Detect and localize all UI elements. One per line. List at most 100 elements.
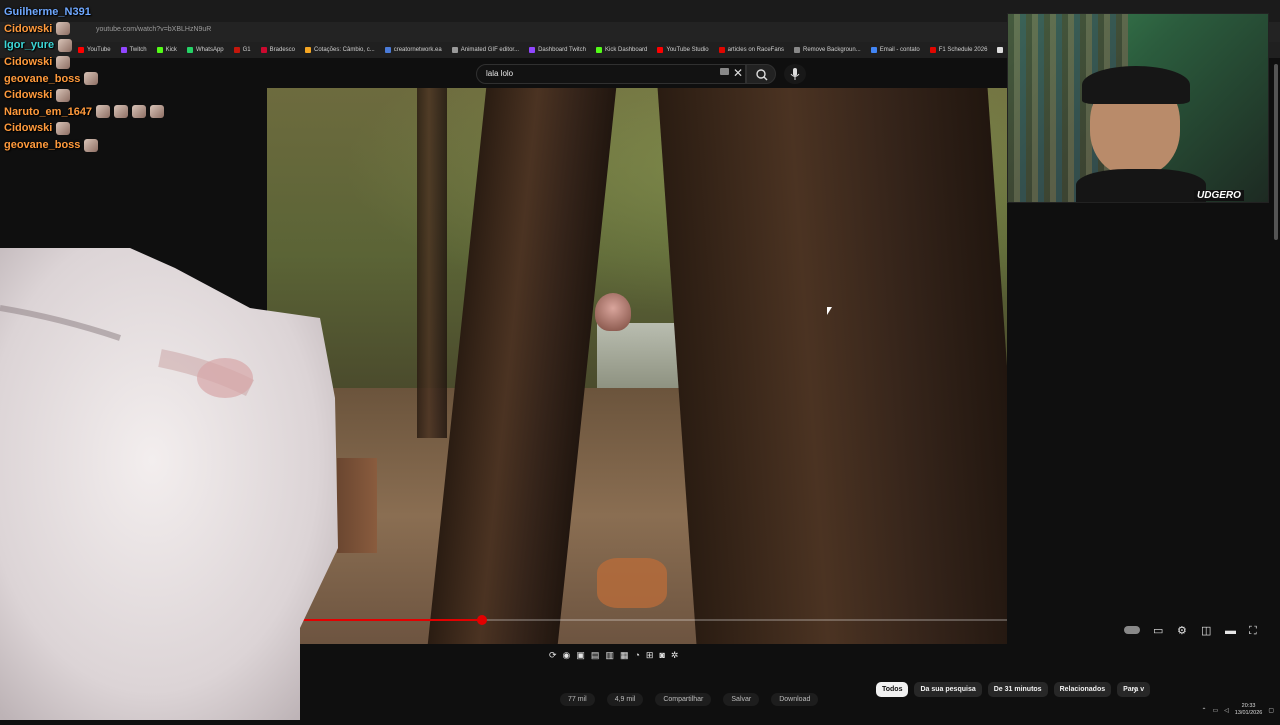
voice-search-button[interactable] <box>784 64 806 84</box>
chip-related[interactable]: Relacionados <box>1053 682 1112 697</box>
video-actions: 77 mil 4,9 mil Compartilhar Salvar Downl… <box>560 693 819 706</box>
bookmark-label: Email - contato <box>879 47 920 53</box>
gear-icon[interactable]: ✲ <box>671 649 679 663</box>
chip-from-channel[interactable]: De 31 minutos <box>987 682 1048 697</box>
bookmark-item[interactable]: Bradesco <box>260 47 295 53</box>
bookmark-label: creatornetwork.ea <box>393 47 442 53</box>
bookmark-favicon-icon <box>718 47 725 53</box>
bookmark-favicon-icon <box>451 47 458 53</box>
peeking-bird <box>595 293 631 331</box>
chat-message: Cidowski <box>4 87 254 104</box>
bookmark-favicon-icon <box>997 47 1004 53</box>
chip-from-search[interactable]: Da sua pesquisa <box>914 682 982 697</box>
save-button[interactable]: Salvar <box>723 693 760 706</box>
speed-icon[interactable]: ◔ <box>634 649 639 663</box>
rock <box>597 558 667 608</box>
extension-toolbar: ⟳ ◉ ▣ ▤ ▥ ▦ ◔ ⊞ ◙ ✲ <box>549 649 729 663</box>
keyboard-icon[interactable] <box>720 68 729 75</box>
search-button[interactable] <box>746 64 776 84</box>
chat-emote-icon <box>58 38 73 52</box>
bookmark-favicon-icon <box>305 47 311 53</box>
share-button[interactable]: Compartilhar <box>655 693 712 706</box>
chat-emote-icon <box>56 22 71 36</box>
chat-username[interactable]: geovane_boss <box>4 73 80 85</box>
system-tray: ⌃ ▭ ◁ 20:33 13/01/2026 ▢ <box>1140 700 1280 720</box>
bookmark-favicon-icon <box>260 47 267 53</box>
chat-message: geovane_boss <box>4 137 254 154</box>
chat-message: Cidowski <box>4 54 254 71</box>
webcam-logo: UDGERO <box>1194 190 1244 201</box>
camera-icon[interactable]: ◙ <box>659 649 664 663</box>
bookmark-item[interactable]: Animated GIF editor... <box>451 47 519 53</box>
cat-image <box>0 248 338 720</box>
chat-emote-icon <box>84 138 99 152</box>
search-value[interactable]: lala lolo <box>486 69 513 78</box>
volume-icon[interactable]: ◁ <box>1224 707 1229 714</box>
chat-username[interactable]: Guilherme_N391 <box>4 6 91 18</box>
chat-username[interactable]: geovane_boss <box>4 139 80 151</box>
chat-emote-icon <box>56 121 71 135</box>
chat-username[interactable]: Cidowski <box>4 122 52 134</box>
like-button[interactable]: 77 mil <box>560 693 595 706</box>
clear-search-icon[interactable]: ✕ <box>733 66 743 80</box>
bookmark-item[interactable]: Cotações: Câmbio, c... <box>305 47 375 53</box>
recommendation-chips: Todos Da sua pesquisa De 31 minutos Rela… <box>876 682 1151 697</box>
chat-username[interactable]: Cidowski <box>4 56 52 68</box>
theater-mode-icon[interactable]: ▬ <box>1225 625 1236 637</box>
bookmark-favicon-icon <box>929 47 936 53</box>
loop-icon[interactable]: ⟳ <box>549 649 557 663</box>
bookmark-item[interactable]: creatornetwork.ea <box>384 47 442 53</box>
miniplayer-icon[interactable]: ◫ <box>1201 625 1211 637</box>
microphone-icon <box>790 68 800 80</box>
tree-stump <box>337 458 377 553</box>
bookmark-item[interactable]: F1 Schedule 2026 <box>929 47 987 53</box>
chat-emote-icon <box>132 105 147 119</box>
chevron-up-icon[interactable]: ⌃ <box>1201 707 1206 714</box>
fullscreen-icon[interactable]: ⛶ <box>1249 625 1257 637</box>
chat-username[interactable]: Cidowski <box>4 23 52 35</box>
chat-emote-icon <box>56 88 71 102</box>
layers-icon[interactable]: ▦ <box>620 649 629 663</box>
bookmark-item[interactable]: Kick Dashboard <box>596 47 647 53</box>
clock[interactable]: 20:33 13/01/2026 <box>1235 703 1263 717</box>
chat-username[interactable]: Cidowski <box>4 89 52 101</box>
picture-icon[interactable]: ▥ <box>605 649 614 663</box>
cat-overlay <box>0 248 340 720</box>
bookmark-label: Bradesco <box>269 47 295 53</box>
chat-username[interactable]: Igor_yure <box>4 39 54 51</box>
search-input[interactable] <box>476 64 746 84</box>
download-button[interactable]: Download <box>771 693 819 706</box>
tree-trunk <box>657 88 1007 644</box>
scrollbar-thumb[interactable] <box>1274 64 1278 240</box>
progress-scrubber[interactable] <box>476 615 487 625</box>
add-icon[interactable]: ⊞ <box>646 649 654 663</box>
bookmark-item[interactable]: Email - contato <box>870 47 920 53</box>
subtitles-icon[interactable]: ▭ <box>1153 625 1163 637</box>
bookmark-item[interactable]: Dashboard Twitch <box>529 47 586 53</box>
bookmark-favicon-icon <box>657 47 664 53</box>
chevron-right-icon[interactable]: › <box>1133 683 1137 697</box>
bookmark-item[interactable]: YouTube Studio <box>657 47 709 53</box>
screen-icon[interactable]: ▣ <box>576 649 585 663</box>
autoplay-toggle[interactable] <box>1124 626 1140 634</box>
notifications-icon[interactable]: ▢ <box>1268 707 1274 714</box>
network-icon[interactable]: ▭ <box>1213 707 1219 714</box>
chip-all[interactable]: Todos <box>876 682 909 697</box>
chat-username[interactable]: Naruto_em_1647 <box>4 106 92 118</box>
chat-message: Igor_yure <box>4 37 254 54</box>
mouse-cursor <box>827 307 832 315</box>
streamer-cap <box>1082 66 1190 104</box>
clock-date: 13/01/2026 <box>1234 710 1263 716</box>
audio-icon[interactable]: ◉ <box>563 649 571 663</box>
bookmark-label: Remove Backgroun... <box>803 47 861 53</box>
bookmark-favicon-icon <box>596 47 603 53</box>
video-player[interactable] <box>267 88 1007 644</box>
settings-icon[interactable]: ⚙ <box>1177 625 1187 637</box>
comments-button[interactable]: 4,9 mil <box>606 693 644 706</box>
bookmark-favicon-icon <box>384 47 391 53</box>
bookmark-favicon-icon <box>794 47 800 53</box>
chat-emote-icon <box>56 55 71 69</box>
bookmark-item[interactable]: Remove Backgroun... <box>794 47 861 53</box>
film-icon[interactable]: ▤ <box>591 649 600 663</box>
bookmark-item[interactable]: articles on RaceFans <box>718 47 784 53</box>
